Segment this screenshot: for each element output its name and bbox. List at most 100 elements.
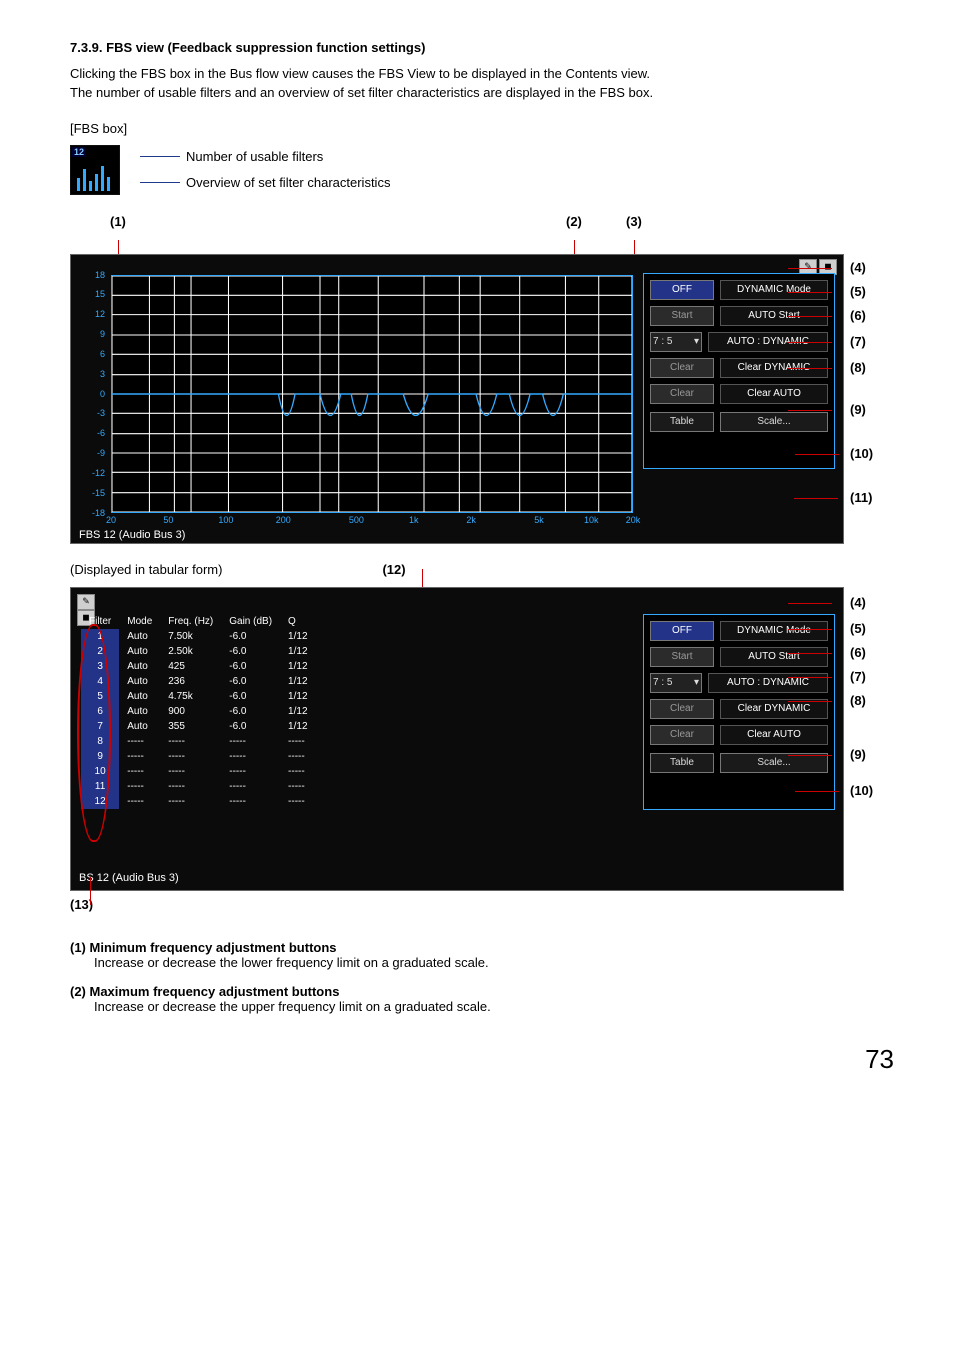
x-tick: 200 [276,515,291,525]
x-axis: 20 50 100 200 500 1k 2k 5k 10k 20k [111,515,633,529]
table-cell: -6.0 [221,704,280,719]
fbs-mini-graph [73,160,117,191]
table-cell: 236 [160,674,221,689]
callout-9: (9) [850,747,866,762]
table-cell: ----- [280,749,315,764]
filter-column-highlight [77,624,111,842]
callout-5: (5) [850,621,866,636]
callout-12: (12) [382,562,405,577]
table-cell: ----- [221,794,280,809]
clear-dynamic-button[interactable]: Clear [650,358,714,378]
edit-icon[interactable]: ✎ [77,594,95,610]
auto-start-button[interactable]: Start [650,306,714,326]
y-tick: -6 [97,428,105,438]
table-cell: ----- [119,749,160,764]
y-tick: -15 [92,488,105,498]
y-tick: -3 [97,408,105,418]
table-cell: Auto [119,644,160,659]
table-cell: -6.0 [221,719,280,734]
ratio-dropdown[interactable]: 7 : 5▾ [650,673,702,693]
callout-10: (10) [850,783,873,798]
table-row[interactable]: 8-------------------- [81,734,316,749]
table-row[interactable]: 10-------------------- [81,764,316,779]
callout-13: (13) [70,897,894,912]
table-row[interactable]: 6Auto900-6.01/12 [81,704,316,719]
table-cell: 1/12 [280,719,315,734]
table-cell: 355 [160,719,221,734]
scale-button[interactable]: Scale... [720,412,828,432]
y-tick: 0 [100,389,105,399]
table-row[interactable]: 2Auto2.50k-6.01/12 [81,644,316,659]
scale-button[interactable]: Scale... [720,753,828,773]
table-cell: Auto [119,629,160,644]
y-tick: -9 [97,448,105,458]
callout-8: (8) [850,693,866,708]
table-cell: 1/12 [280,659,315,674]
table-cell: ----- [119,794,160,809]
ratio-dropdown[interactable]: 7 : 5▾ [650,332,702,352]
x-tick: 5k [534,515,544,525]
footer-item-1-title: (1) Minimum frequency adjustment buttons [70,940,894,955]
table-cell: 2.50k [160,644,221,659]
table-cell: ----- [160,794,221,809]
x-tick: 1k [409,515,419,525]
x-tick: 20 [106,515,116,525]
dropdown-arrow-icon: ▾ [694,677,699,688]
table-row[interactable]: 5Auto4.75k-6.01/12 [81,689,316,704]
table-cell: ----- [160,749,221,764]
clear-auto-button[interactable]: Clear [650,725,714,745]
table-row[interactable]: 7Auto355-6.01/12 [81,719,316,734]
tabular-form-label: (Displayed in tabular form) [70,562,222,577]
table-row[interactable]: 4Auto236-6.01/12 [81,674,316,689]
auto-start-button[interactable]: Start [650,647,714,667]
dynamic-mode-off-button[interactable]: OFF [650,621,714,641]
eq-graph[interactable] [111,275,633,513]
table-cell: 1/12 [280,689,315,704]
table-row[interactable]: 11-------------------- [81,779,316,794]
table-button[interactable]: Table [650,412,714,432]
table-row[interactable]: 9-------------------- [81,749,316,764]
table-cell: 1/12 [280,704,315,719]
table-row[interactable]: 12-------------------- [81,794,316,809]
callout-4: (4) [850,260,866,275]
table-cell: Auto [119,719,160,734]
table-cell: ----- [160,734,221,749]
dynamic-mode-label: DYNAMIC Mode [720,621,828,641]
y-tick: 15 [95,289,105,299]
graph-panel-title: FBS 12 (Audio Bus 3) [79,529,185,541]
y-tick: 12 [95,309,105,319]
x-tick: 10k [584,515,599,525]
table-cell: ----- [221,734,280,749]
dynamic-mode-off-button[interactable]: OFF [650,280,714,300]
table-cell: 900 [160,704,221,719]
table-cell: ----- [221,779,280,794]
table-cell: 4.75k [160,689,221,704]
intro-line-1: Clicking the FBS box in the Bus flow vie… [70,66,650,81]
callout-2: (2) [566,214,582,229]
table-cell: -6.0 [221,659,280,674]
callout-8: (8) [850,360,866,375]
callout-6: (6) [850,645,866,660]
y-tick: 18 [95,270,105,280]
table-cell: 7.50k [160,629,221,644]
clear-auto-label: Clear AUTO [720,725,828,745]
clear-auto-button[interactable]: Clear [650,384,714,404]
table-row[interactable]: 3Auto425-6.01/12 [81,659,316,674]
clear-dynamic-button[interactable]: Clear [650,699,714,719]
table-panel-title: BS 12 (Audio Bus 3) [79,872,179,884]
callout-4: (4) [850,595,866,610]
table-cell: ----- [221,764,280,779]
table-cell: 1/12 [280,644,315,659]
table-button[interactable]: Table [650,753,714,773]
callout-10: (10) [850,446,873,461]
table-cell: ----- [160,779,221,794]
table-cell: ----- [119,764,160,779]
col-gain: Gain (dB) [221,614,280,629]
dropdown-arrow-icon: ▾ [694,336,699,347]
table-cell: ----- [119,734,160,749]
y-tick: 6 [100,349,105,359]
y-tick: 9 [100,329,105,339]
page-number: 73 [70,1044,894,1075]
fbs-annotation-2: Overview of set filter characteristics [140,170,390,196]
table-row[interactable]: 1Auto7.50k-6.01/12 [81,629,316,644]
